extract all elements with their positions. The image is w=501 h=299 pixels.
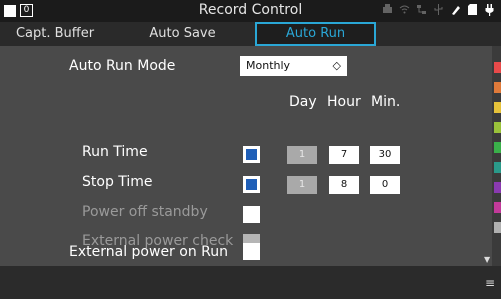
status-icons [382, 3, 495, 16]
stop-time-day-field: 1 [287, 176, 317, 194]
pen-icon [452, 6, 460, 15]
channel-strip [492, 46, 501, 266]
power-off-standby-label: Power off standby [82, 204, 208, 220]
updown-chevron-icon: ◇ [332, 59, 341, 72]
stop-time-label: Stop Time [82, 174, 153, 190]
auto-run-mode-select[interactable]: Monthly ◇ [240, 56, 347, 76]
stop-time-min-field[interactable]: 0 [370, 176, 400, 194]
auto-run-panel: Auto Run Mode Monthly ◇ Day Hour Min. Ru… [0, 46, 492, 266]
external-power-on-run-checkbox[interactable] [243, 243, 260, 260]
scroll-down-icon[interactable]: ▼ [484, 255, 490, 264]
stop-time-checkbox[interactable] [243, 176, 260, 193]
run-time-label: Run Time [82, 144, 148, 160]
usb-icon [434, 4, 443, 15]
wifi-icon [399, 5, 410, 14]
stop-time-hour-field[interactable]: 8 [329, 176, 359, 194]
channel-color-chip [494, 122, 501, 133]
menu-icon[interactable]: ≡ [485, 276, 495, 290]
tab-capt-buffer[interactable]: Capt. Buffer [0, 22, 110, 46]
run-time-checkbox[interactable] [243, 146, 260, 163]
network-icon [417, 5, 426, 14]
channel-color-chip [494, 162, 501, 173]
channel-color-chip [494, 182, 501, 193]
channel-color-chip [494, 82, 501, 93]
channel-color-chip [494, 102, 501, 113]
tab-bar: Capt. Buffer Auto Save Auto Run [0, 22, 501, 46]
channel-color-chip [494, 62, 501, 73]
column-day: Day [289, 94, 317, 110]
run-time-hour-field[interactable]: 7 [329, 146, 359, 164]
power-plug-icon [485, 4, 494, 16]
run-time-day-field: 1 [287, 146, 317, 164]
channel-color-chip [494, 202, 501, 213]
auto-run-mode-value: Monthly [246, 59, 291, 72]
title-bar: 0 Record Control [0, 0, 501, 22]
column-min: Min. [371, 94, 401, 110]
run-time-min-field[interactable]: 30 [370, 146, 400, 164]
sd-card-icon [468, 4, 477, 15]
column-hour: Hour [327, 94, 361, 110]
auto-run-mode-label: Auto Run Mode [69, 58, 176, 74]
channel-color-chip [494, 142, 501, 153]
external-power-on-run-label: External power on Run [69, 244, 228, 260]
bottom-bar: ≡ [0, 266, 501, 299]
printer-icon [383, 4, 392, 13]
power-off-standby-checkbox [243, 206, 260, 223]
channel-color-chip [494, 222, 501, 233]
tab-auto-save[interactable]: Auto Save [110, 22, 255, 46]
tab-auto-run[interactable]: Auto Run [255, 22, 376, 46]
